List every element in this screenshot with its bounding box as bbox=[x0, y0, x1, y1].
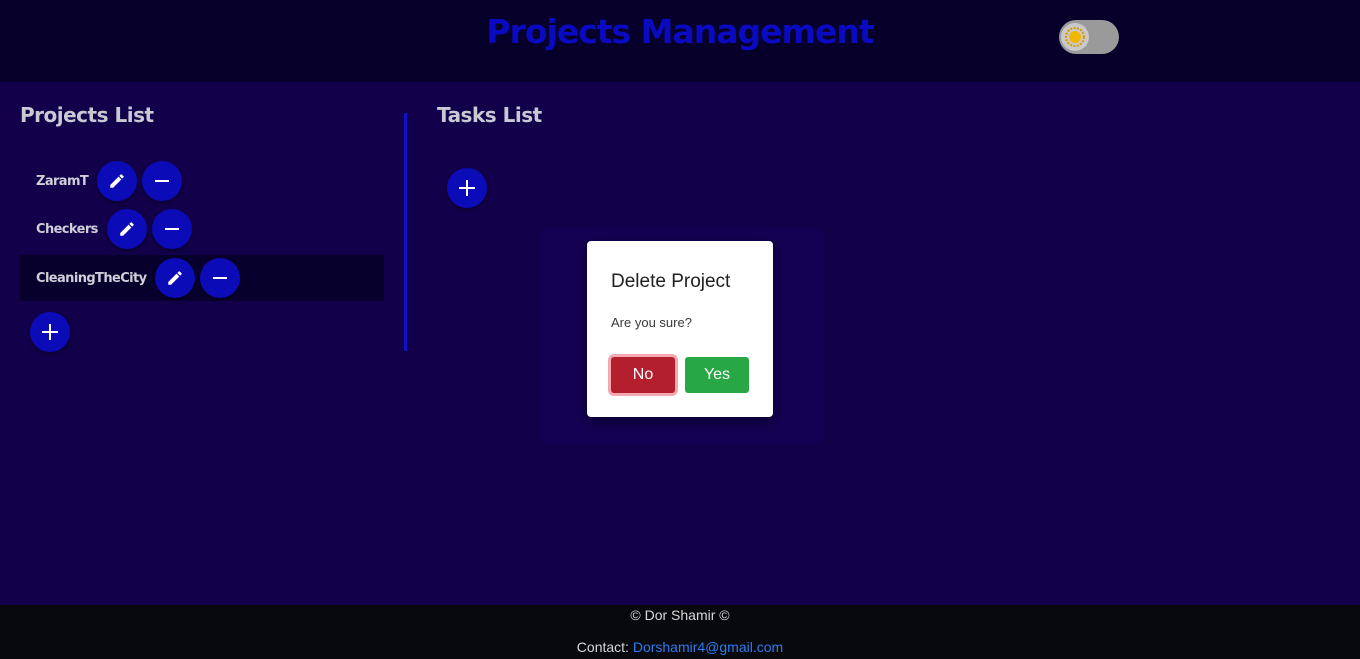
add-project-button[interactable] bbox=[30, 312, 70, 352]
contact-email-link[interactable]: Dorshamir4@gmail.com bbox=[633, 639, 783, 655]
theme-toggle[interactable] bbox=[1059, 20, 1119, 54]
tasks-list-title: Tasks List bbox=[437, 103, 542, 127]
copyright-text: © Dor Shamir © bbox=[630, 607, 730, 623]
project-row-checkers[interactable]: Checkers bbox=[20, 206, 384, 252]
contact-label: Contact: bbox=[576, 639, 629, 655]
project-name: Checkers bbox=[36, 221, 98, 237]
footer: © Dor Shamir © Contact: Dorshamir4@gmail… bbox=[0, 605, 1360, 659]
project-row-cleaningthecity[interactable]: CleaningTheCity bbox=[20, 255, 384, 301]
project-row-zaramt[interactable]: ZaramT bbox=[20, 158, 384, 204]
edit-project-button[interactable] bbox=[155, 258, 196, 298]
dialog-message: Are you sure? bbox=[611, 315, 692, 330]
projects-list-title: Projects List bbox=[20, 103, 154, 127]
contact-line: Contact: Dorshamir4@gmail.com bbox=[0, 639, 1360, 655]
sun-icon bbox=[1061, 23, 1089, 51]
pencil-icon bbox=[110, 174, 124, 188]
plus-icon bbox=[459, 180, 475, 196]
minus-icon bbox=[213, 277, 228, 279]
yes-button[interactable]: Yes bbox=[685, 357, 749, 393]
project-name: CleaningTheCity bbox=[36, 270, 147, 286]
no-button[interactable]: No bbox=[611, 357, 675, 393]
edit-project-button[interactable] bbox=[97, 161, 138, 201]
dialog-title: Delete Project bbox=[611, 271, 731, 292]
app-header: Projects Management bbox=[0, 0, 1360, 82]
delete-project-dialog: Delete Project Are you sure? No Yes bbox=[587, 241, 773, 417]
edit-project-button[interactable] bbox=[106, 209, 147, 249]
project-name: ZaramT bbox=[36, 173, 89, 189]
app-title: Projects Management bbox=[486, 12, 874, 51]
pencil-icon bbox=[168, 271, 183, 285]
minus-icon bbox=[164, 228, 179, 230]
delete-project-button[interactable] bbox=[151, 209, 192, 249]
add-task-button[interactable] bbox=[447, 168, 487, 208]
minus-icon bbox=[155, 180, 170, 182]
column-divider bbox=[404, 113, 407, 351]
delete-project-button[interactable] bbox=[200, 258, 241, 298]
delete-project-button[interactable] bbox=[142, 161, 183, 201]
plus-icon bbox=[42, 324, 58, 340]
pencil-icon bbox=[120, 222, 134, 236]
